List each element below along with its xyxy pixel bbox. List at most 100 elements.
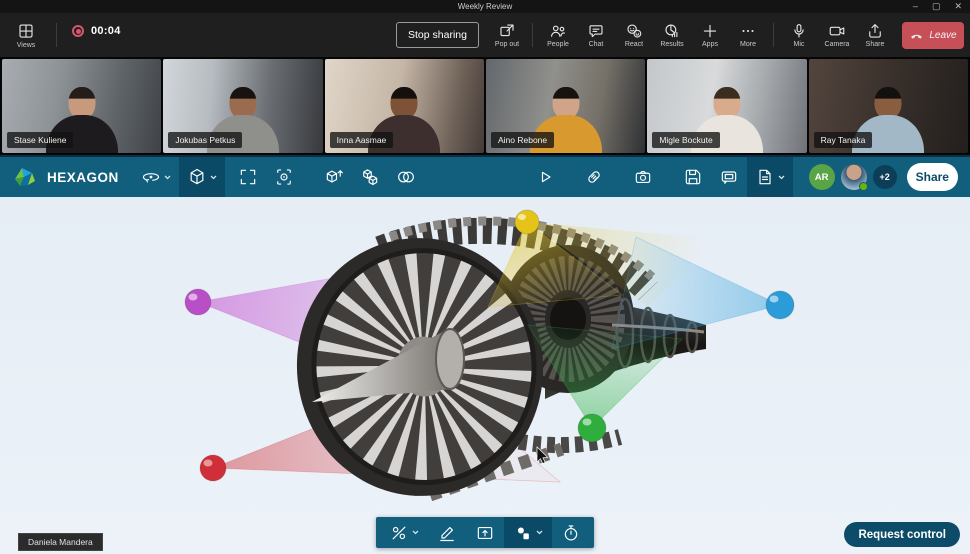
app-share-button[interactable]: Share	[906, 163, 959, 191]
minimize-button[interactable]: –	[913, 0, 918, 13]
marker-magenta[interactable]	[184, 288, 212, 316]
rotation-center-button[interactable]	[266, 157, 302, 197]
two-cubes-icon	[362, 169, 378, 186]
divider	[773, 23, 774, 47]
participant-tile[interactable]: Aino Rebone	[485, 59, 646, 153]
results-button[interactable]: Results	[653, 15, 691, 55]
microphone-icon	[794, 24, 804, 38]
timer-tool-button[interactable]	[552, 517, 590, 548]
participant-tile[interactable]: Migle Bockute	[647, 59, 807, 153]
participant-tile[interactable]: Inna Aasmae	[324, 59, 484, 153]
measure-tool-button[interactable]	[380, 517, 428, 548]
play-animation-button[interactable]	[527, 157, 563, 197]
eraser-icon	[588, 171, 600, 183]
avatar-overflow-badge[interactable]: +2	[872, 165, 897, 189]
annotation-toolbar	[376, 517, 594, 548]
request-control-button[interactable]: Request control	[844, 522, 960, 547]
chevron-down-icon	[778, 175, 785, 179]
export-model-button[interactable]	[316, 157, 352, 197]
pop-out-button[interactable]: Pop out	[488, 15, 526, 55]
maximize-button[interactable]: ▢	[932, 0, 941, 13]
model-parts-button[interactable]	[352, 157, 388, 197]
meeting-toolbar: Views 00:04 Stop sharing Pop out People	[0, 13, 970, 57]
measure-icon	[392, 526, 406, 539]
collaborator-avatars: AR +2	[808, 164, 897, 191]
camera-video-icon	[829, 26, 845, 36]
marker-red[interactable]	[199, 454, 227, 482]
markers-tool-button[interactable]	[504, 517, 552, 548]
target-brackets-icon	[277, 169, 292, 185]
react-button[interactable]: React	[615, 15, 653, 55]
participant-name: Migle Bockute	[652, 132, 720, 148]
divider	[56, 23, 57, 47]
more-button[interactable]: More	[729, 15, 767, 55]
box-arrow-up-icon	[477, 526, 493, 539]
save-floppy-icon	[685, 169, 700, 185]
cube-arrow-up-icon	[326, 170, 343, 183]
orbit-icon	[142, 173, 159, 183]
stopwatch-icon	[564, 524, 578, 541]
chevron-down-icon	[412, 530, 419, 535]
present-view-button[interactable]	[466, 517, 504, 548]
orbit-mode-button[interactable]	[133, 157, 179, 197]
chevron-down-icon	[164, 175, 171, 179]
marker-green[interactable]	[577, 413, 607, 443]
hexagon-logo-icon	[15, 168, 35, 186]
view-cube-button[interactable]	[178, 157, 225, 197]
avatar[interactable]	[840, 164, 868, 191]
cube-icon	[190, 168, 204, 185]
shapes-icon	[517, 527, 529, 539]
participant-name: Aino Rebone	[490, 132, 555, 148]
camera-button[interactable]: Camera	[818, 15, 856, 55]
hexagon-app-toolbar: HEXAGON AR +2 Share	[0, 155, 970, 197]
views-button[interactable]: Views	[6, 18, 46, 52]
comments-button[interactable]	[711, 157, 747, 197]
cad-viewport[interactable]: Daniela Mandera Request control	[0, 197, 970, 554]
apps-button[interactable]: Apps	[691, 15, 729, 55]
participant-tile[interactable]: Ray Tanaka	[808, 59, 968, 153]
participant-video-strip: Stase Kuliene Jokubas Petkus Inna Aasmae…	[0, 57, 970, 155]
participant-name: Jokubas Petkus	[168, 132, 243, 148]
document-icon	[759, 169, 771, 185]
save-button[interactable]	[675, 157, 711, 197]
chat-button[interactable]: Chat	[577, 15, 615, 55]
hang-up-icon	[911, 34, 923, 39]
overlapping-spheres-icon	[397, 171, 414, 183]
avatar[interactable]: AR	[808, 164, 835, 190]
people-icon	[551, 25, 566, 37]
participant-tile[interactable]: Jokubas Petkus	[163, 59, 323, 153]
screenshot-button[interactable]	[625, 157, 661, 197]
fit-view-button[interactable]	[230, 157, 266, 197]
participant-name: Stase Kuliene	[7, 132, 74, 148]
presenter-name-tooltip: Daniela Mandera	[18, 533, 103, 551]
people-button[interactable]: People	[539, 15, 577, 55]
draw-tool-button[interactable]	[428, 517, 466, 548]
pencil-icon	[440, 526, 454, 541]
react-icon	[627, 24, 642, 38]
recording-time: 00:04	[91, 25, 121, 37]
marker-yellow[interactable]	[514, 209, 540, 235]
grid-views-icon	[19, 23, 33, 38]
eraser-tool-button[interactable]	[576, 157, 612, 197]
compare-views-button[interactable]	[388, 157, 424, 197]
pop-out-icon	[500, 24, 514, 37]
plus-icon	[703, 24, 717, 38]
camera-icon	[636, 171, 651, 183]
marker-blue[interactable]	[765, 290, 795, 320]
3d-scene	[184, 209, 795, 502]
divider	[532, 23, 533, 47]
participant-name: Ray Tanaka	[813, 132, 873, 148]
window-titlebar: Weekly Review – ▢ ✕	[0, 0, 970, 13]
recording-dot-icon	[72, 25, 84, 37]
share-screen-button[interactable]: Share	[856, 15, 894, 55]
ellipsis-icon	[742, 29, 754, 33]
close-button[interactable]: ✕	[954, 0, 962, 13]
stop-sharing-button[interactable]: Stop sharing	[396, 22, 479, 48]
mic-button[interactable]: Mic	[780, 15, 818, 55]
report-document-button[interactable]	[746, 157, 793, 197]
results-icon	[665, 24, 678, 38]
participant-tile[interactable]: Stase Kuliene	[2, 59, 162, 153]
leave-button[interactable]: Leave	[902, 21, 964, 49]
hexagon-brand: HEXAGON	[12, 165, 119, 189]
window-title: Weekly Review	[457, 2, 513, 11]
